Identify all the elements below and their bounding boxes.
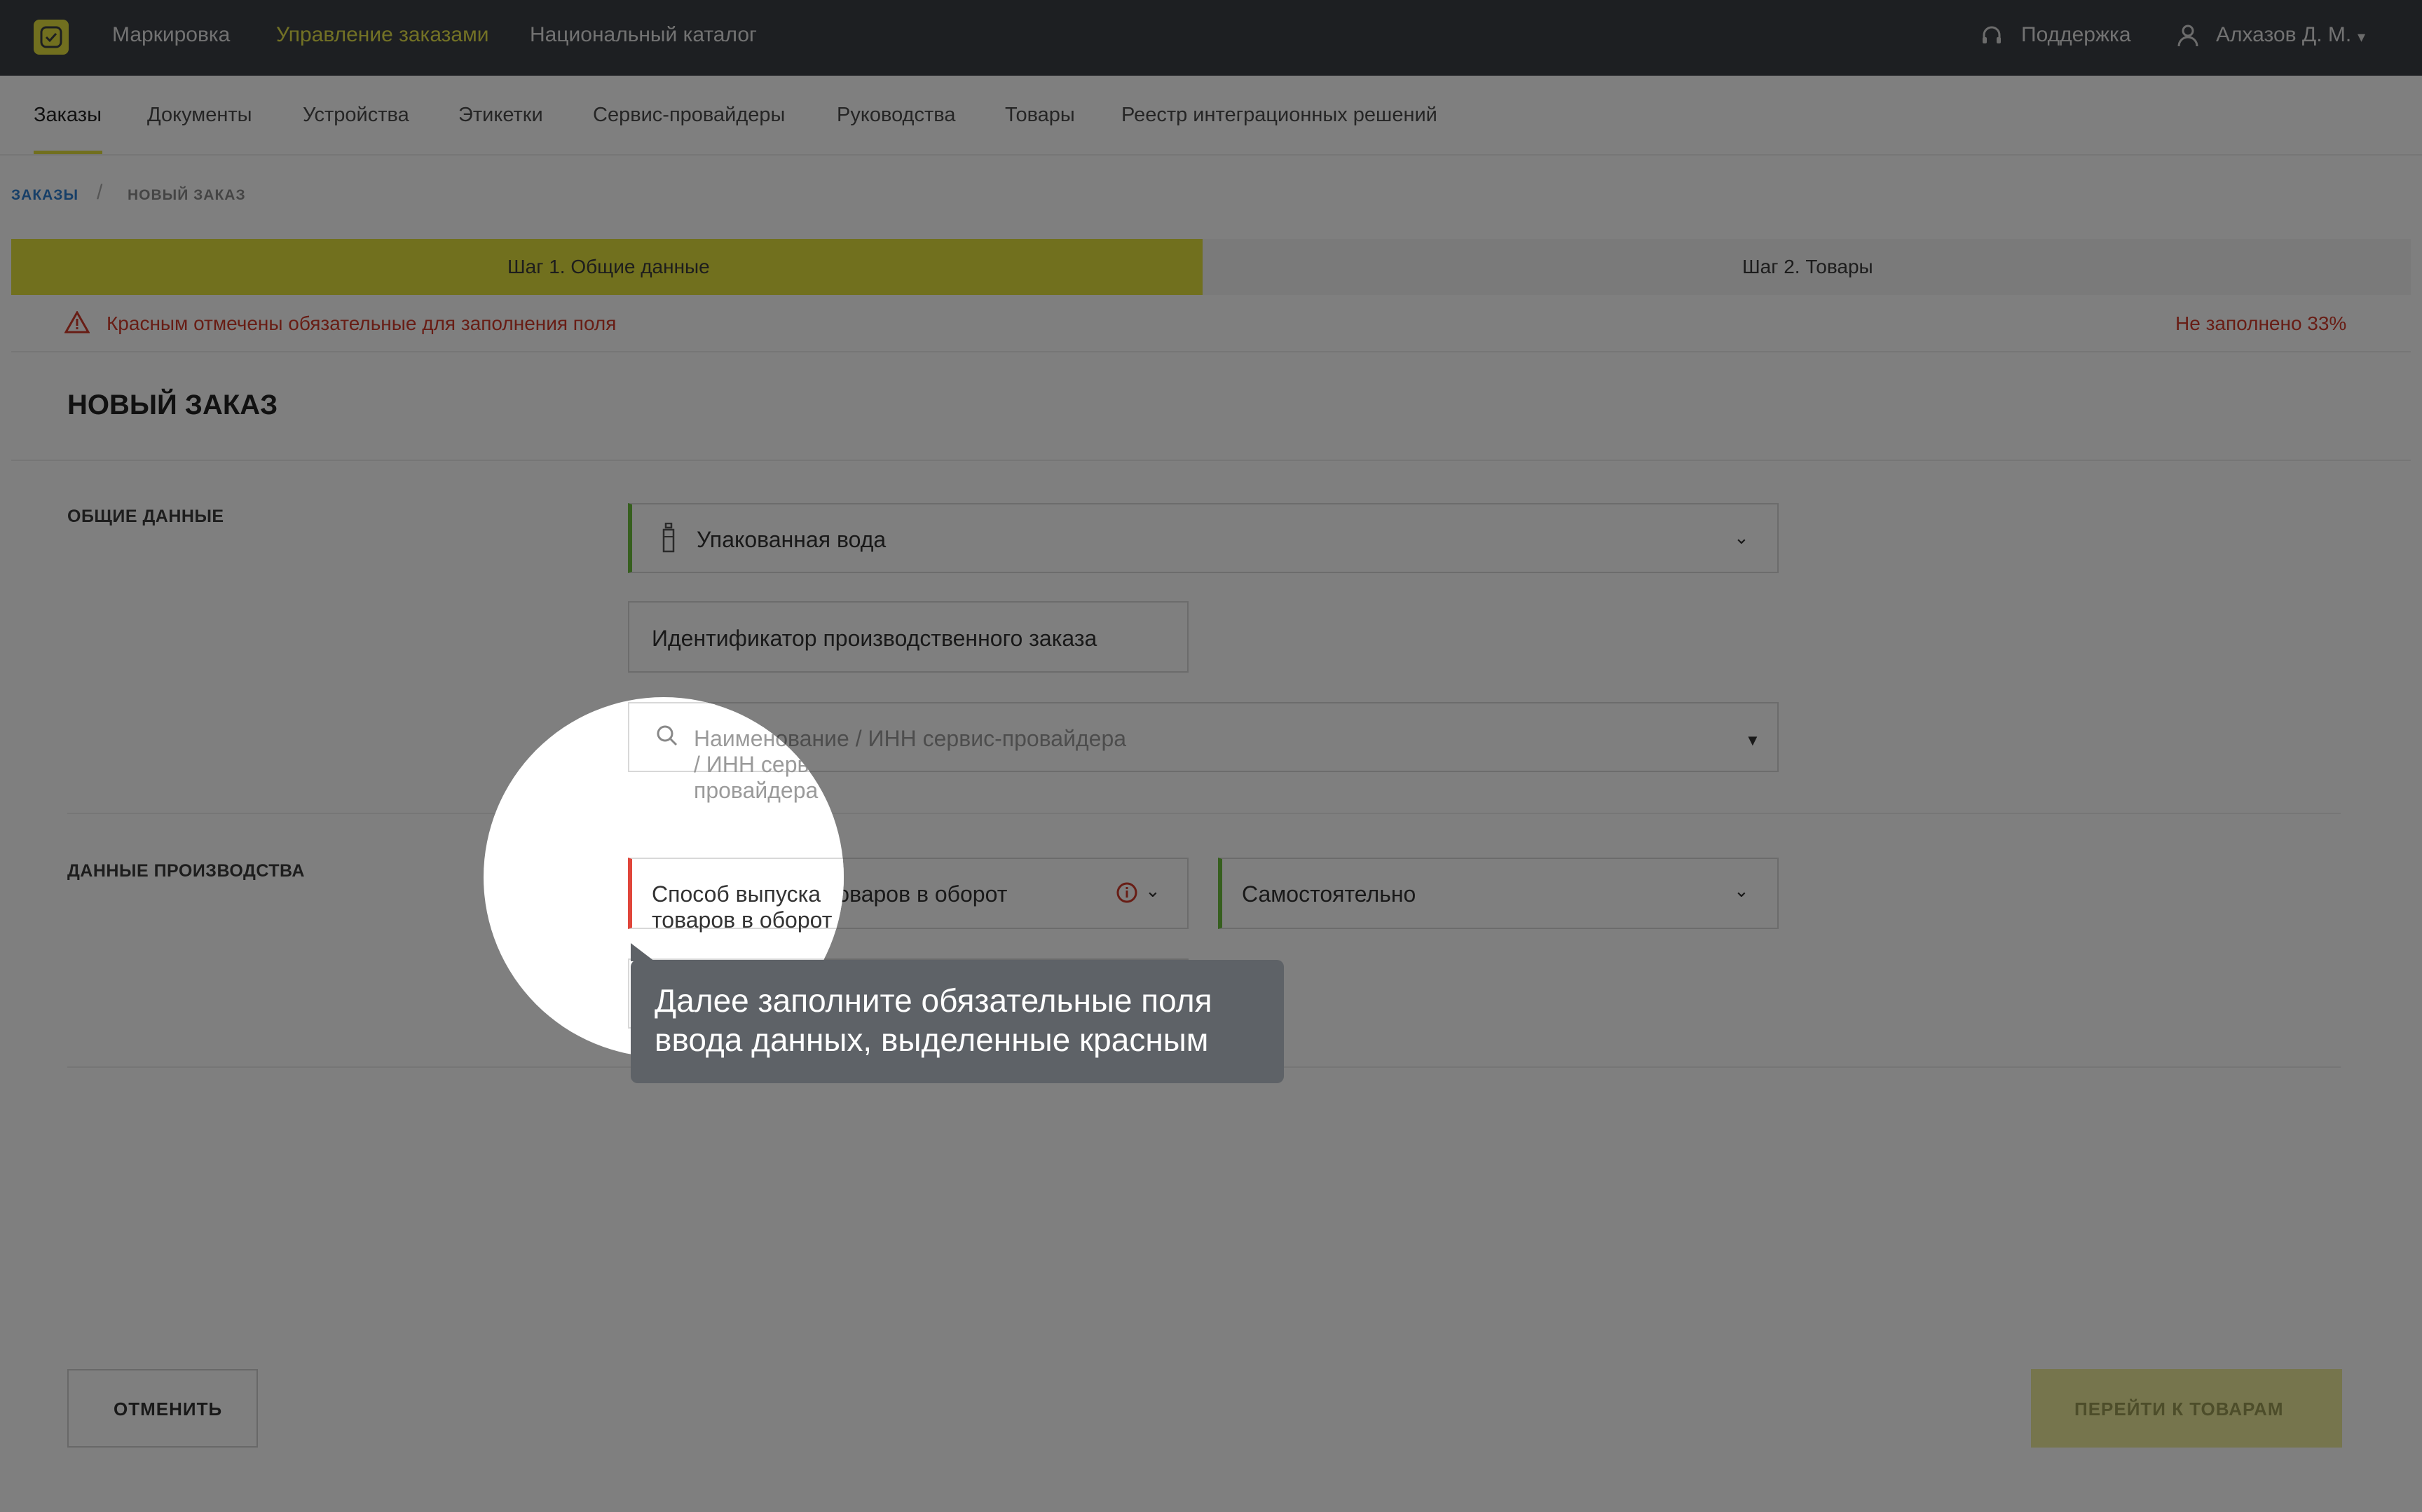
required-fields-note: Красным отмечены обязательные для заполн… — [107, 312, 617, 334]
production-data-heading: ДАННЫЕ ПРОИЗВОДСТВА — [67, 861, 305, 881]
step-2-label: Шаг 2. Товары — [1742, 256, 1873, 277]
tab-service-providers[interactable]: Сервис-провайдеры — [593, 104, 785, 127]
tab-integration-registry[interactable]: Реестр интеграционных решений — [1121, 104, 1437, 127]
caret-down-icon[interactable]: ▾ — [2358, 28, 2365, 46]
topnav-order-management[interactable]: Управление заказами — [276, 23, 489, 47]
tooltip-pointer — [631, 943, 655, 961]
breadcrumb-separator: / — [97, 181, 104, 204]
divider — [67, 813, 2341, 814]
topnav-national-catalog[interactable]: Национальный каталог — [530, 23, 757, 47]
divider — [11, 460, 2411, 461]
info-circle-icon[interactable] — [1116, 881, 1138, 907]
active-tab-indicator — [34, 151, 102, 154]
tab-devices[interactable]: Устройства — [303, 104, 409, 127]
tab-orders[interactable]: Заказы — [34, 104, 102, 127]
support-link[interactable]: Поддержка — [2021, 23, 2131, 47]
step-1-label: Шаг 1. Общие данные — [507, 256, 710, 277]
chevron-down-icon[interactable]: ⌄ — [1734, 880, 1749, 902]
go-to-products-label: ПЕРЕЙТИ К ТОВАРАМ — [2074, 1398, 2284, 1420]
production-order-id-label: Идентификатор производственного заказа — [652, 626, 1097, 651]
tutorial-tooltip: Далее заполните обязательные поля ввода … — [631, 960, 1284, 1083]
tab-documents[interactable]: Документы — [147, 104, 252, 127]
search-icon — [656, 724, 678, 750]
tab-products[interactable]: Товары — [1005, 104, 1075, 127]
breadcrumb-orders[interactable]: ЗАКАЗЫ — [11, 187, 78, 204]
check-badge-icon[interactable] — [34, 20, 69, 55]
tab-guides[interactable]: Руководства — [837, 104, 955, 127]
chevron-down-icon[interactable]: ⌄ — [1734, 527, 1749, 549]
divider — [11, 351, 2411, 352]
tooltip-line-1: Далее заполните обязательные поля — [655, 982, 1212, 1019]
cancel-button-label: ОТМЕНИТЬ — [114, 1398, 223, 1420]
product-group-value: Упакованная вода — [697, 527, 887, 552]
user-icon — [2177, 24, 2199, 51]
user-menu[interactable]: Алхазов Д. М. — [2216, 23, 2351, 47]
service-provider-placeholder: Наименование / ИНН сервис-провайдера — [694, 726, 844, 803]
topnav-marking[interactable]: Маркировка — [112, 23, 230, 47]
warning-triangle-icon — [64, 310, 90, 337]
tab-labels[interactable]: Этикетки — [458, 104, 543, 127]
chevron-down-icon[interactable]: ⌄ — [1145, 880, 1161, 902]
fill-progress: Не заполнено 33% — [2175, 312, 2347, 334]
release-method-label: Способ выпуска товаров в оборот — [652, 881, 833, 933]
headset-icon[interactable] — [1980, 25, 2003, 51]
tooltip-line-2: ввода данных, выделенные красным — [655, 1022, 1209, 1058]
caret-down-icon[interactable]: ▼ — [1745, 731, 1760, 750]
general-data-heading: ОБЩИЕ ДАННЫЕ — [67, 507, 224, 526]
page-title: НОВЫЙ ЗАКАЗ — [67, 390, 278, 420]
water-bottle-icon — [660, 522, 677, 557]
breadcrumb-current: НОВЫЙ ЗАКАЗ — [128, 187, 246, 203]
production-mode-value: Самостоятельно — [1242, 881, 1416, 907]
